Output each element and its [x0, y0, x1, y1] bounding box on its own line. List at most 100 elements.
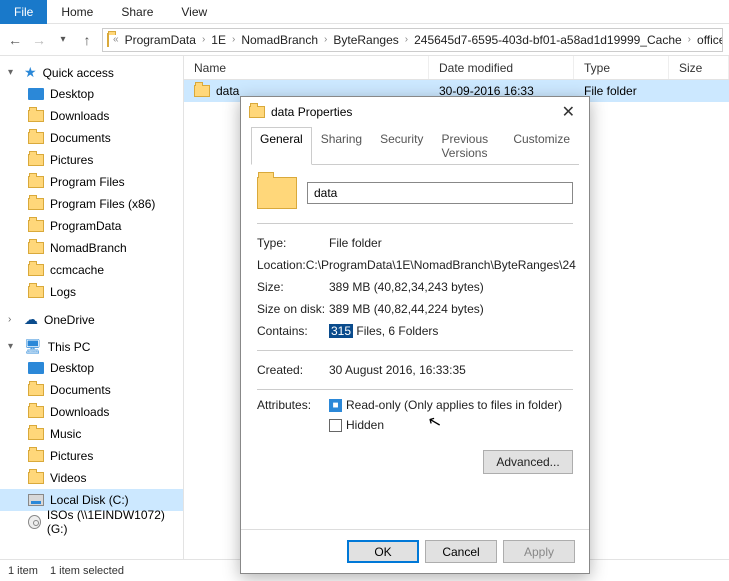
readonly-label: Read-only (Only applies to files in fold…: [346, 398, 562, 412]
col-name[interactable]: Name: [184, 56, 429, 79]
folder-icon: [28, 176, 44, 188]
sidebar-item-pictures[interactable]: Pictures: [0, 149, 183, 171]
breadcrumb-sep: «: [111, 34, 121, 45]
folder-icon: [28, 384, 44, 396]
sidebar-label: OneDrive: [44, 313, 95, 327]
ribbon-tab-share[interactable]: Share: [107, 1, 167, 23]
desktop-icon: [28, 362, 44, 374]
nav-recent[interactable]: ▾: [54, 34, 72, 45]
breadcrumb-seg[interactable]: office: [695, 33, 723, 47]
ribbon-tab-view[interactable]: View: [167, 1, 221, 23]
sidebar-item-programfiles[interactable]: Program Files: [0, 171, 183, 193]
folder-icon: [28, 132, 44, 144]
breadcrumb-seg[interactable]: ProgramData: [123, 33, 198, 47]
sidebar-thispc[interactable]: ▾ 🖥 This PC: [0, 336, 183, 357]
folder-icon: [28, 242, 44, 254]
folder-icon: [249, 106, 265, 118]
nav-up[interactable]: ↑: [78, 32, 96, 48]
location-value: C:\ProgramData\1E\NomadBranch\ByteRanges…: [306, 258, 576, 272]
breadcrumb-sep: ›: [403, 34, 410, 45]
ribbon-tab-file[interactable]: File: [0, 0, 47, 24]
desktop-icon: [28, 88, 44, 100]
pc-icon: 🖥: [24, 338, 42, 355]
tab-sharing[interactable]: Sharing: [312, 127, 371, 165]
cancel-button[interactable]: Cancel: [425, 540, 497, 563]
readonly-checkbox-row[interactable]: ■ Read-only (Only applies to files in fo…: [329, 398, 573, 412]
folder-icon: [28, 286, 44, 298]
sidebar-onedrive[interactable]: › ☁ OneDrive: [0, 309, 183, 330]
tab-customize[interactable]: Customize: [504, 127, 579, 165]
tab-security[interactable]: Security: [371, 127, 432, 165]
contains-label: Contains:: [257, 324, 329, 338]
chevron-down-icon: ▾: [8, 341, 18, 352]
ok-button[interactable]: OK: [347, 540, 419, 563]
folder-icon: [28, 264, 44, 276]
checkbox-icon: ■: [329, 399, 342, 412]
dialog-titlebar[interactable]: data Properties ✕: [241, 97, 589, 127]
sidebar-item-documents[interactable]: Documents: [0, 127, 183, 149]
close-button[interactable]: ✕: [556, 102, 581, 122]
breadcrumb-seg[interactable]: ByteRanges: [331, 33, 400, 47]
col-type[interactable]: Type: [574, 56, 669, 79]
sidebar-label: This PC: [48, 340, 91, 354]
folder-icon: [107, 33, 109, 47]
created-label: Created:: [257, 363, 329, 377]
breadcrumb-seg[interactable]: NomadBranch: [239, 33, 320, 47]
type-label: Type:: [257, 236, 329, 250]
sidebar-item-downloads[interactable]: Downloads: [0, 401, 183, 423]
type-value: File folder: [329, 236, 573, 250]
chevron-down-icon: ▾: [8, 67, 18, 78]
dialog-title: data Properties: [271, 105, 352, 119]
sidebar-item-pictures[interactable]: Pictures: [0, 445, 183, 467]
ribbon-tab-home[interactable]: Home: [47, 1, 107, 23]
sidebar-item-documents[interactable]: Documents: [0, 379, 183, 401]
sidebar-item-isos-drive[interactable]: ISOs (\\1EINDW1072) (G:): [0, 511, 183, 533]
sidebar-item-programdata[interactable]: ProgramData: [0, 215, 183, 237]
size-on-disk-label: Size on disk:: [257, 302, 329, 316]
folder-icon: [28, 450, 44, 462]
sidebar-item-logs[interactable]: Logs: [0, 281, 183, 303]
cloud-icon: ☁: [24, 311, 38, 328]
location-label: Location:: [257, 258, 306, 272]
folder-icon: [194, 85, 210, 97]
folder-icon: [28, 220, 44, 232]
sidebar-item-programfiles-x86[interactable]: Program Files (x86): [0, 193, 183, 215]
nav-bar: ← → ▾ ↑ « ProgramData › 1E › NomadBranch…: [0, 24, 729, 56]
breadcrumb-seg[interactable]: 245645d7-6595-403d-bf01-a58ad1d19999_Cac…: [412, 33, 684, 47]
status-selected: 1 item selected: [50, 565, 124, 577]
col-size[interactable]: Size: [669, 56, 729, 79]
advanced-button[interactable]: Advanced...: [483, 450, 573, 474]
nav-back[interactable]: ←: [6, 32, 24, 48]
dialog-tabs: General Sharing Security Previous Versio…: [251, 127, 579, 165]
sidebar[interactable]: ▾ ★ Quick access Desktop Downloads Docum…: [0, 56, 184, 559]
size-label: Size:: [257, 280, 329, 294]
sidebar-quick-access[interactable]: ▾ ★ Quick access: [0, 62, 183, 83]
sidebar-item-desktop[interactable]: Desktop: [0, 83, 183, 105]
col-date[interactable]: Date modified: [429, 56, 574, 79]
address-bar[interactable]: « ProgramData › 1E › NomadBranch › ByteR…: [102, 28, 723, 52]
column-headers: Name Date modified Type Size: [184, 56, 729, 80]
size-on-disk-value: 389 MB (40,82,44,224 bytes): [329, 302, 573, 316]
hidden-label: Hidden: [346, 418, 384, 432]
tab-previous-versions[interactable]: Previous Versions: [432, 127, 504, 165]
hidden-checkbox-row[interactable]: Hidden: [329, 418, 573, 432]
folder-icon: [257, 177, 297, 209]
ribbon: File Home Share View: [0, 0, 729, 24]
sidebar-item-ccmcache[interactable]: ccmcache: [0, 259, 183, 281]
breadcrumb-seg[interactable]: 1E: [209, 33, 228, 47]
folder-icon: [28, 472, 44, 484]
disk-icon: [28, 494, 44, 506]
sidebar-item-music[interactable]: Music: [0, 423, 183, 445]
folder-name-input[interactable]: [307, 182, 573, 204]
sidebar-item-videos[interactable]: Videos: [0, 467, 183, 489]
contains-value: 315 Files, 6 Folders: [329, 324, 573, 338]
sidebar-item-nomadbranch[interactable]: NomadBranch: [0, 237, 183, 259]
apply-button[interactable]: Apply: [503, 540, 575, 563]
attributes-label: Attributes:: [257, 398, 329, 474]
folder-icon: [28, 110, 44, 122]
tab-general[interactable]: General: [251, 127, 312, 165]
sidebar-item-downloads[interactable]: Downloads: [0, 105, 183, 127]
sidebar-item-desktop[interactable]: Desktop: [0, 357, 183, 379]
created-value: 30 August 2016, 16:33:35: [329, 363, 573, 377]
folder-icon: [28, 154, 44, 166]
